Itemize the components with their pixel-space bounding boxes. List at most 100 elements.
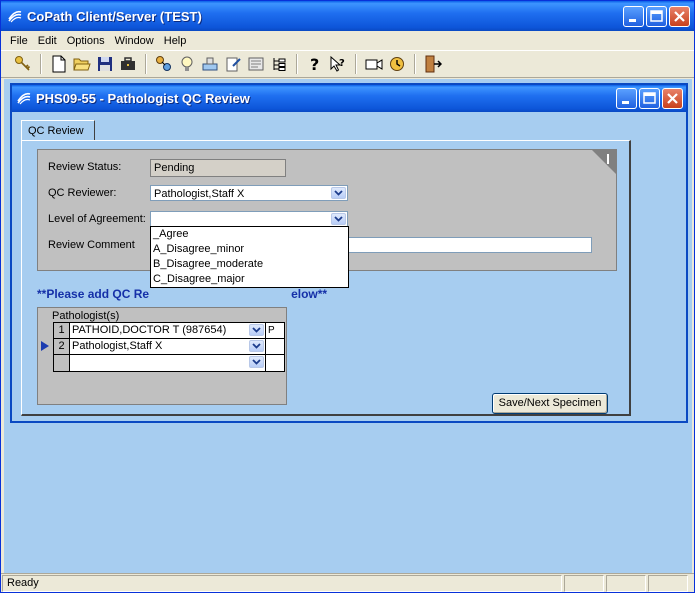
app-logo-icon [8, 10, 22, 23]
review-status-label: Review Status: [48, 161, 122, 173]
toolbar-separator [40, 54, 42, 74]
new-button[interactable] [49, 54, 69, 74]
primary-flag-cell[interactable]: P [266, 323, 284, 338]
key-button[interactable] [13, 54, 33, 74]
form-icon [248, 57, 264, 71]
camera-button[interactable] [364, 54, 384, 74]
tab-qc-review[interactable]: QC Review [21, 120, 95, 141]
level-option-agree[interactable]: _Agree [151, 227, 348, 242]
status-pane-2 [564, 575, 604, 592]
qc-reviewer-dropdown-button[interactable] [331, 187, 346, 199]
menu-window[interactable]: Window [110, 35, 159, 47]
minimize-icon [622, 101, 629, 104]
exit-icon [425, 55, 442, 73]
toolbar-separator [414, 54, 416, 74]
pathologist-cell[interactable] [70, 355, 266, 371]
save-next-specimen-button[interactable]: Save/Next Specimen [492, 393, 608, 414]
key-icon [15, 56, 31, 71]
open-button[interactable] [72, 54, 92, 74]
review-comment-label: Review Comment [48, 239, 135, 251]
review-comment-input[interactable] [348, 237, 592, 253]
qc-reviewer-value: Pathologist,Staff X [154, 188, 245, 200]
close-button[interactable] [669, 6, 690, 27]
briefcase-icon [121, 57, 135, 70]
row-number[interactable]: 2 [54, 339, 70, 354]
tree-icon [273, 58, 286, 71]
stamp-button[interactable] [200, 54, 220, 74]
pathologist-name: PATHOID,DOCTOR T (987654) [72, 324, 227, 336]
child-close-button[interactable] [662, 88, 683, 109]
lightbulb-button[interactable] [177, 54, 197, 74]
table-row [54, 355, 284, 371]
qc-instruction-note-right: elow** [291, 287, 328, 301]
pathologists-group-label: Pathologist(s) [52, 310, 120, 322]
edit-document-button[interactable] [223, 54, 243, 74]
exit-button[interactable] [423, 54, 443, 74]
pathologist-dropdown-button[interactable] [249, 356, 264, 368]
close-icon [674, 11, 685, 22]
primary-flag-cell[interactable] [266, 339, 284, 354]
lightbulb-icon [181, 56, 193, 71]
qc-review-panel: Review Status: Pending QC Reviewer: Path… [21, 140, 631, 416]
level-option-disagree-major[interactable]: C_Disagree_major [151, 272, 348, 287]
context-help-icon: ? [330, 55, 345, 72]
network-icon [156, 56, 171, 71]
menu-options[interactable]: Options [62, 35, 110, 47]
help-button[interactable]: ? [305, 54, 325, 74]
menu-help[interactable]: Help [159, 35, 192, 47]
qc-instruction-note-left: **Please add QC Re [37, 287, 150, 301]
table-row: 2 Pathologist,Staff X [54, 339, 284, 355]
context-help-button[interactable]: ? [328, 54, 348, 74]
primary-flag-cell[interactable] [266, 355, 284, 371]
pathologists-grid: 1 PATHOID,DOCTOR T (987654) P 2 Patholog… [53, 322, 285, 372]
qc-reviewer-label: QC Reviewer: [48, 187, 117, 199]
pathologist-dropdown-button[interactable] [249, 340, 264, 352]
status-pane-3 [606, 575, 646, 592]
row-number[interactable]: 1 [54, 323, 70, 338]
qc-reviewer-select[interactable]: Pathologist,Staff X [150, 185, 348, 201]
menu-edit[interactable]: Edit [33, 35, 62, 47]
camera-icon [365, 59, 383, 70]
level-of-agreement-select[interactable] [150, 211, 348, 227]
svg-text:?: ? [339, 58, 345, 69]
level-of-agreement-dropdown-button[interactable] [331, 213, 346, 225]
pathologist-cell[interactable]: Pathologist,Staff X [70, 339, 266, 354]
open-folder-icon [73, 58, 91, 71]
pathologist-cell[interactable]: PATHOID,DOCTOR T (987654) [70, 323, 266, 338]
child-minimize-button[interactable] [616, 88, 637, 109]
maximize-icon [643, 92, 656, 104]
menu-bar: File Edit Options Window Help [1, 31, 694, 50]
toolbar: ? ? [1, 50, 694, 78]
qc-instruction-note: **Please add QC Re elow** [37, 287, 327, 301]
status-pane-4 [648, 575, 688, 592]
clock-icon [390, 57, 404, 71]
level-option-disagree-minor[interactable]: A_Disagree_minor [151, 242, 348, 257]
svg-text:?: ? [310, 55, 319, 73]
menu-file[interactable]: File [5, 35, 33, 47]
new-document-icon [52, 55, 66, 73]
child-titlebar[interactable]: PHS09-55 - Pathologist QC Review [12, 85, 686, 112]
minimize-button[interactable] [623, 6, 644, 27]
clock-button[interactable] [387, 54, 407, 74]
child-maximize-button[interactable] [639, 88, 660, 109]
main-window: CoPath Client/Server (TEST) File Edit Op… [0, 0, 695, 593]
toolbar-separator [296, 54, 298, 74]
row-number[interactable] [54, 355, 70, 371]
form-button[interactable] [246, 54, 266, 74]
pathologist-dropdown-button[interactable] [249, 324, 264, 336]
level-option-disagree-moderate[interactable]: B_Disagree_moderate [151, 257, 348, 272]
minimize-icon [629, 19, 636, 22]
status-text: Ready [2, 575, 562, 592]
save-icon [98, 57, 112, 71]
edit-document-icon [226, 57, 241, 72]
level-of-agreement-options: _Agree A_Disagree_minor B_Disagree_moder… [150, 226, 349, 288]
app-titlebar[interactable]: CoPath Client/Server (TEST) [1, 1, 694, 31]
tree-button[interactable] [269, 54, 289, 74]
chevron-down-icon [334, 190, 343, 196]
maximize-button[interactable] [646, 6, 667, 27]
chevron-down-icon [252, 343, 261, 349]
status-bar: Ready [1, 573, 694, 592]
network-button[interactable] [154, 54, 174, 74]
briefcase-button[interactable] [118, 54, 138, 74]
save-button[interactable] [95, 54, 115, 74]
